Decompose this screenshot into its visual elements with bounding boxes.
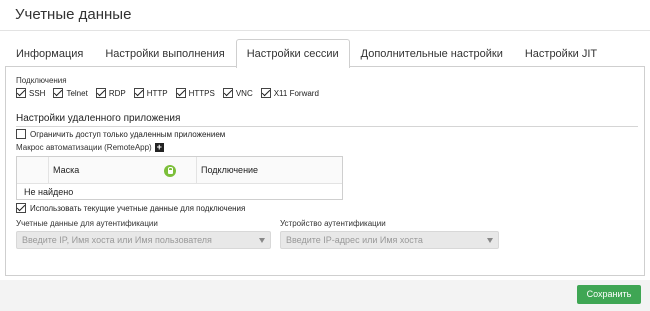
- connections-label: Подключения: [16, 76, 67, 85]
- use-current-credentials-label: Использовать текущие учетные данные для …: [30, 203, 246, 213]
- x11-forward-label: X11 Forward: [273, 88, 319, 98]
- connection-vnc[interactable]: VNC: [222, 88, 253, 98]
- ssh-checkbox[interactable]: [16, 88, 26, 98]
- rdp-checkbox[interactable]: [95, 88, 106, 98]
- lock-icon[interactable]: [164, 165, 176, 177]
- auth-device-select[interactable]: Введите IP-адрес или Имя хоста: [280, 231, 499, 249]
- connection-rdp[interactable]: RDP: [95, 88, 126, 98]
- tab-session-settings[interactable]: Настройки сессии: [235, 39, 350, 68]
- page-title: Учетные данные: [15, 6, 132, 23]
- connection-https[interactable]: HTTPS: [175, 88, 215, 98]
- restrict-remote-app-option[interactable]: Ограничить доступ только удаленным прило…: [16, 129, 225, 139]
- rdp-label: RDP: [108, 88, 126, 98]
- tab-bar: Информация Настройки выполнения Настройк…: [5, 39, 608, 68]
- footer-bar: Сохранить: [0, 280, 650, 311]
- table-header: Маска Подключение: [17, 157, 342, 184]
- tab-jit-settings[interactable]: Настройки JIT: [514, 39, 608, 67]
- connection-x11-forward[interactable]: X11 Forward: [260, 88, 319, 98]
- macro-table: Маска Подключение Не найдено: [16, 156, 343, 200]
- auth-credentials-label: Учетные данные для аутентификации: [16, 219, 158, 228]
- use-current-credentials-option[interactable]: Использовать текущие учетные данные для …: [16, 203, 245, 213]
- chevron-down-icon: [259, 238, 265, 243]
- session-settings-panel: Подключения SSH Telnet RDP HTTP HTTPS VN…: [5, 66, 645, 276]
- table-empty-message: Не найдено: [24, 187, 74, 197]
- auth-credentials-placeholder: Введите IP, Имя хоста или Имя пользовате…: [22, 235, 212, 245]
- save-button[interactable]: Сохранить: [577, 285, 641, 304]
- mask-column-label: Маска: [53, 165, 80, 175]
- telnet-checkbox[interactable]: [53, 88, 64, 98]
- restrict-remote-app-checkbox[interactable]: [16, 129, 26, 139]
- use-current-credentials-checkbox[interactable]: [16, 203, 26, 213]
- http-checkbox[interactable]: [133, 88, 144, 98]
- section-divider: [16, 126, 638, 127]
- auth-credentials-select[interactable]: Введите IP, Имя хоста или Имя пользовате…: [16, 231, 271, 249]
- http-label: HTTP: [146, 88, 168, 98]
- https-label: HTTPS: [188, 88, 215, 98]
- mask-column-header[interactable]: Маска: [49, 157, 197, 183]
- connection-http[interactable]: HTTP: [133, 88, 168, 98]
- select-column-header: [17, 157, 49, 183]
- telnet-label: Telnet: [66, 88, 88, 98]
- vnc-label: VNC: [235, 88, 253, 98]
- vnc-checkbox[interactable]: [222, 88, 233, 98]
- https-checkbox[interactable]: [175, 88, 186, 98]
- auth-device-placeholder: Введите IP-адрес или Имя хоста: [286, 235, 423, 245]
- tab-additional-settings[interactable]: Дополнительные настройки: [350, 39, 514, 67]
- tab-information[interactable]: Информация: [5, 39, 94, 67]
- remote-app-section-title: Настройки удаленного приложения: [16, 113, 181, 124]
- connection-telnet[interactable]: Telnet: [53, 88, 88, 98]
- auth-device-label: Устройство аутентификации: [280, 219, 386, 228]
- connections-checkboxes: SSH Telnet RDP HTTP HTTPS VNC X11 Forwar…: [16, 88, 327, 98]
- connection-column-header[interactable]: Подключение: [197, 157, 342, 183]
- macro-row: Макрос автоматизации (RemoteApp) +: [16, 143, 164, 152]
- restrict-remote-app-label: Ограничить доступ только удаленным прило…: [30, 129, 226, 139]
- chevron-down-icon: [487, 238, 493, 243]
- ssh-label: SSH: [29, 88, 46, 98]
- title-divider: [0, 30, 650, 31]
- macro-label: Макрос автоматизации (RemoteApp): [16, 143, 152, 152]
- tab-execution-settings[interactable]: Настройки выполнения: [94, 39, 235, 67]
- x11-forward-checkbox[interactable]: [260, 88, 271, 98]
- connection-ssh[interactable]: SSH: [16, 88, 45, 98]
- add-macro-plus-icon[interactable]: +: [154, 143, 164, 152]
